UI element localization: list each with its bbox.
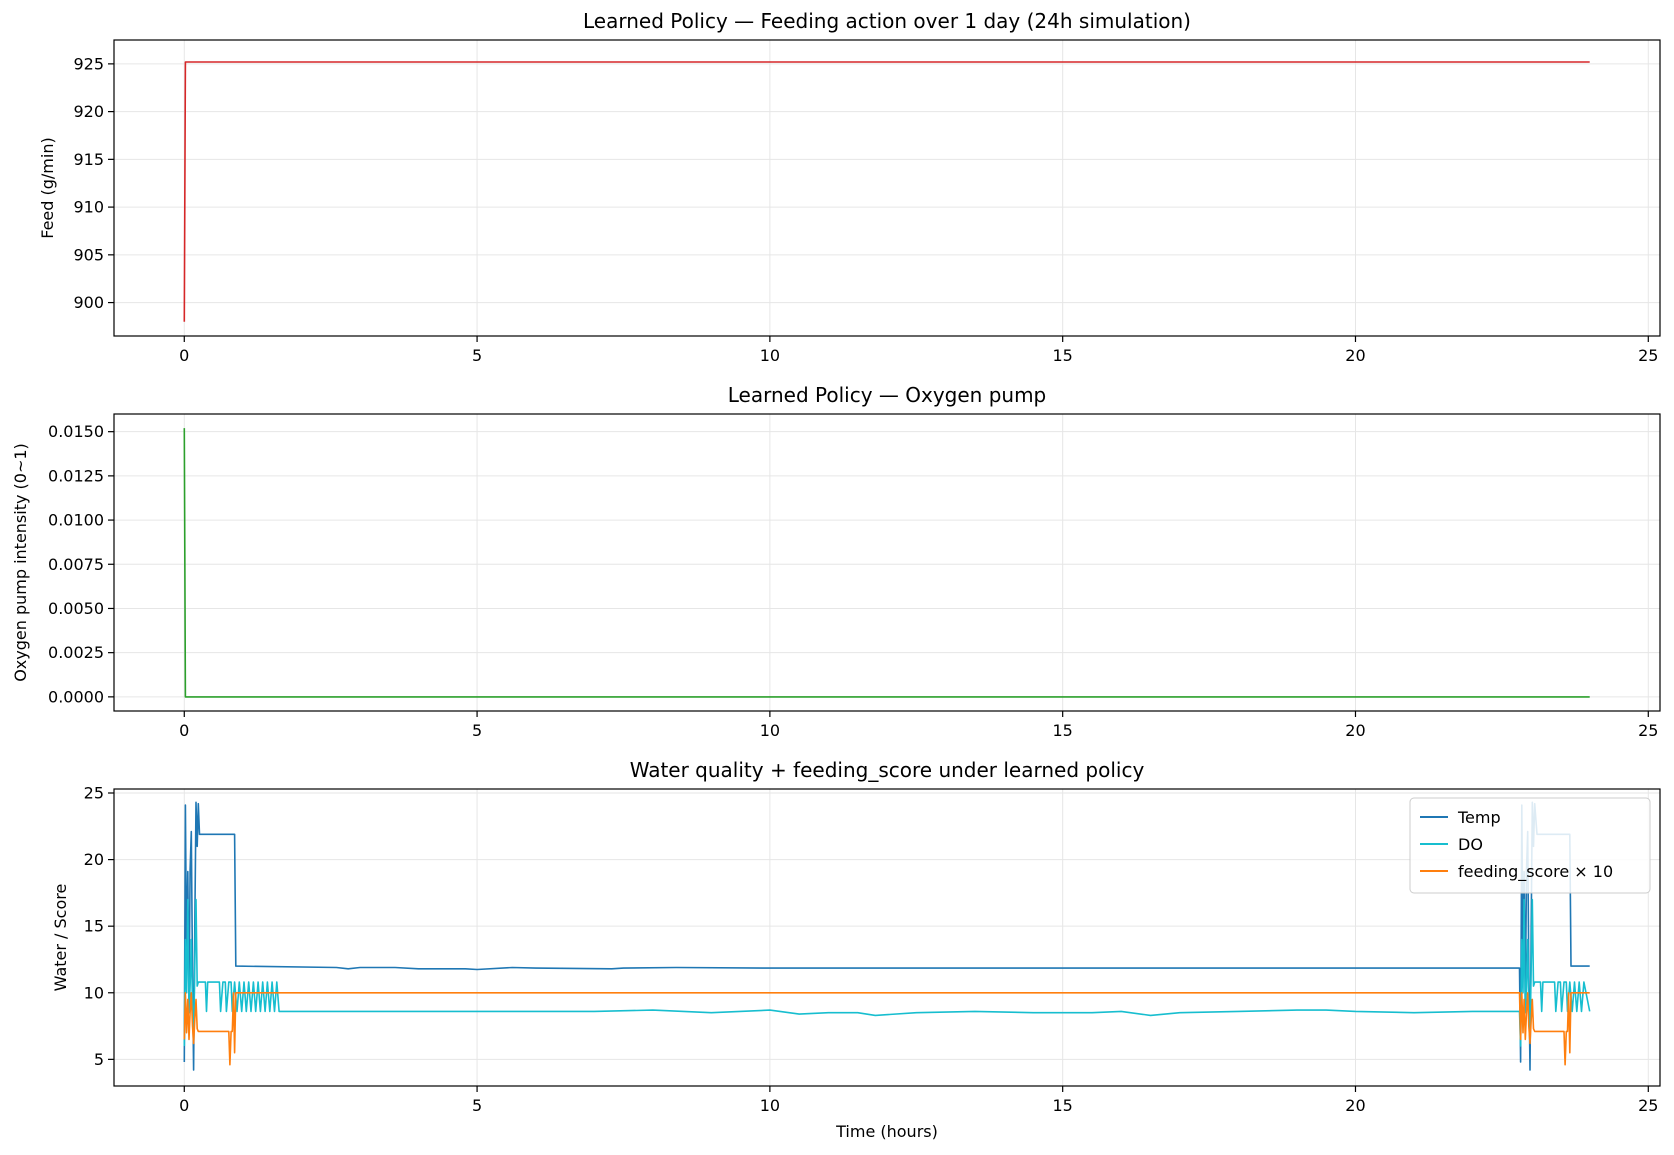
y-tick-label: 0.0100 [48,511,104,530]
figure: 0 5 10 15 20 25 900 905 910 915 920 925 Learned Poli… [11,9,1661,1141]
legend: Temp DO feeding_score × 10 [1409,797,1651,894]
x-tick-label: 20 [1345,1096,1365,1115]
x-tick-label: 5 [472,721,482,740]
x-tick-label: 0 [179,346,189,365]
y-axis-label: Water / Score [51,884,70,992]
x-axis-label: Time (hours) [835,1122,938,1141]
chart-title: Water quality + feeding_score under lear… [630,758,1145,782]
legend-entry: Temp [1457,808,1501,827]
y-tick-label: 0.0125 [48,466,104,485]
x-tick-label: 10 [760,721,780,740]
y-tick-label: 900 [73,293,104,312]
x-tick-label: 15 [1053,1096,1073,1115]
y-tick-label: 905 [73,245,104,264]
axes-frame [113,413,1661,712]
x-tick-label: 10 [760,346,780,365]
y-tick-label: 0.0075 [48,555,104,574]
x-tick-label: 25 [1638,1096,1658,1115]
chart-panel-1: 0 5 10 15 20 25 900 905 910 915 920 925 Learned Poli… [38,9,1661,365]
y-axis-label: Feed (g/min) [38,137,57,238]
y-axis-label: Oxygen pump intensity (0~1) [11,443,30,682]
series-line-do [183,898,1591,1047]
x-tick-label: 0 [179,721,189,740]
x-tick-label: 20 [1345,721,1365,740]
chart-panel-3: 0 5 10 15 20 25 5 10 15 20 25 Water quality + feedi… [51,758,1661,1141]
y-tick-label: 925 [73,54,104,73]
y-tick-label: 910 [73,198,104,217]
chart-title: Learned Policy — Oxygen pump [728,383,1047,407]
legend-entry: DO [1458,835,1483,854]
x-tick-label: 5 [472,346,482,365]
y-tick-label: 5 [94,1050,104,1069]
y-tick-label: 20 [84,850,104,869]
chart-panel-2: 0 5 10 15 20 25 0.0000 0.0025 0.0050 0.0075 0.0100… [11,383,1661,740]
y-tick-label: 0.0050 [48,599,104,618]
series-line-1 [183,428,1590,698]
y-tick-label: 0.0150 [48,422,104,441]
x-tick-label: 15 [1053,346,1073,365]
x-tick-label: 25 [1638,721,1658,740]
x-tick-label: 5 [472,1096,482,1115]
x-tick-label: 20 [1345,346,1365,365]
x-tick-label: 10 [760,1096,780,1115]
series-line-1 [183,61,1590,322]
x-tick-label: 15 [1053,721,1073,740]
legend-entry: feeding_score × 10 [1458,862,1613,882]
y-tick-label: 10 [84,983,104,1002]
x-tick-label: 25 [1638,346,1658,365]
chart-title: Learned Policy — Feeding action over 1 d… [583,9,1191,33]
y-tick-label: 915 [73,150,104,169]
y-tick-label: 0.0000 [48,687,104,706]
series-line-feeding_score [183,991,1590,1066]
axes-frame [113,39,1661,337]
y-tick-label: 15 [84,917,104,936]
y-tick-label: 0.0025 [48,643,104,662]
y-tick-label: 920 [73,102,104,121]
x-tick-label: 0 [179,1096,189,1115]
series-line-temp [183,801,1590,1071]
y-tick-label: 25 [84,783,104,802]
